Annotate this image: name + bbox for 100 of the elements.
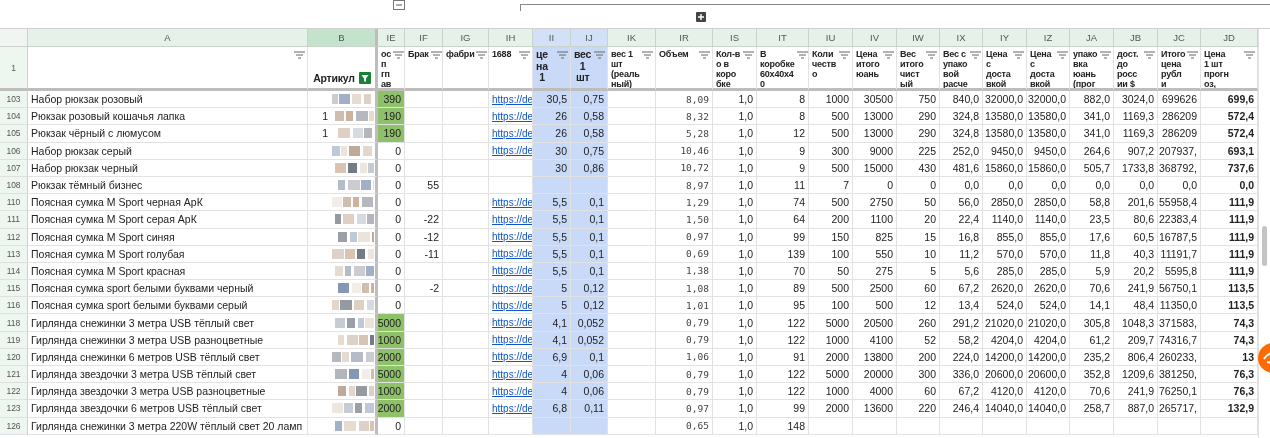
link[interactable]: https://de [492, 265, 532, 277]
filter-icon[interactable] [476, 51, 488, 59]
column-letter[interactable]: IV [853, 29, 897, 47]
link[interactable]: https://de [492, 93, 532, 105]
row-number[interactable]: 122 [0, 383, 28, 401]
filter-icon[interactable] [839, 51, 850, 59]
filter-icon[interactable] [1013, 51, 1024, 59]
table-cell: 9 [757, 159, 809, 177]
table-cell: 0,0 [940, 176, 983, 195]
column-letter[interactable]: JD [1201, 29, 1258, 47]
column-letter[interactable]: IX [940, 29, 983, 47]
table-cell: 40,3 [1114, 245, 1158, 263]
column-letter[interactable]: B [308, 29, 378, 47]
link[interactable]: https://de [492, 196, 532, 208]
table-cell: Гирлянда снежинки 3 метра USB разноцветные [28, 331, 308, 349]
table-cell: 500 [809, 125, 853, 143]
link[interactable]: https://de [492, 368, 532, 380]
table-cell [1027, 417, 1070, 435]
filter-icon[interactable] [1144, 51, 1155, 59]
row-number[interactable]: 103 [0, 91, 28, 109]
column-letter[interactable]: IS [713, 29, 757, 47]
filter-icon[interactable] [926, 51, 937, 59]
filter-icon[interactable] [642, 51, 653, 59]
table-cell: -12 [405, 228, 443, 246]
select-all-corner[interactable] [0, 29, 28, 47]
table-cell: 122 [757, 366, 809, 384]
table-cell [405, 297, 443, 315]
column-letter[interactable]: JC [1158, 29, 1201, 47]
link[interactable]: https://de [492, 213, 532, 225]
column-header: 1688 [492, 49, 512, 59]
column-letter[interactable]: IT [757, 29, 809, 47]
filter-icon[interactable] [1244, 51, 1255, 59]
row-number[interactable]: 115 [0, 280, 28, 298]
column-letter[interactable]: IU [809, 29, 853, 47]
column-letter[interactable]: IZ [1027, 29, 1070, 47]
link[interactable]: https://de [492, 248, 532, 260]
column-letter[interactable]: IH [489, 29, 533, 47]
table-cell: 220 [897, 400, 940, 418]
link[interactable]: https://de [492, 334, 532, 346]
column-letter[interactable]: II [533, 29, 571, 47]
row-number[interactable]: 118 [0, 314, 28, 332]
link[interactable]: https://de [492, 110, 532, 122]
row-number[interactable]: 110 [0, 194, 28, 212]
table-cell: 0 [378, 228, 405, 246]
table-cell: 10,46 [656, 142, 713, 160]
column-letter[interactable]: IF [405, 29, 443, 47]
link[interactable]: https://de [492, 145, 532, 157]
link[interactable]: https://de [492, 317, 532, 329]
table-cell [608, 211, 656, 229]
filter-icon[interactable] [1056, 51, 1068, 59]
table-cell: Гирлянда снежинки 3 метра 220W тёплый свет 20 ламп [28, 417, 308, 435]
link[interactable]: https://de [492, 231, 532, 243]
column-letter[interactable]: IG [443, 29, 489, 47]
column-letter[interactable]: A [28, 29, 308, 47]
collapse-group-icon[interactable] [393, 0, 405, 10]
column-letter[interactable]: JA [1070, 29, 1114, 47]
filter-icon[interactable] [699, 51, 710, 59]
row-number[interactable]: 105 [0, 125, 28, 143]
filter-icon[interactable] [294, 51, 305, 59]
table-cell: 258,7 [1070, 400, 1114, 418]
filter-icon[interactable] [1100, 51, 1111, 59]
row-number[interactable]: 104 [0, 108, 28, 126]
row-number[interactable]: 111 [0, 211, 28, 229]
filter-icon[interactable] [430, 51, 442, 59]
table-cell: 22383,4 [1158, 211, 1201, 229]
row-number[interactable]: 116 [0, 297, 28, 315]
filter-icon[interactable] [358, 72, 371, 84]
column-letter[interactable]: IY [983, 29, 1027, 47]
column-letter[interactable]: IK [608, 29, 656, 47]
filter-icon[interactable] [743, 51, 754, 59]
link[interactable]: https://de [492, 351, 532, 363]
table-cell: 260 [897, 314, 940, 332]
filter-icon[interactable] [883, 51, 894, 59]
filter-icon[interactable] [1187, 51, 1199, 59]
column-letter[interactable]: IR [656, 29, 713, 47]
table-cell: 524,0 [1027, 297, 1070, 315]
column-letter[interactable]: IJ [571, 29, 608, 47]
scrollbar[interactable] [1262, 226, 1267, 266]
column-letter[interactable]: IE [378, 29, 405, 47]
link[interactable]: https://de [492, 385, 532, 397]
link[interactable]: https://de [492, 282, 532, 294]
link[interactable]: https://de [492, 402, 532, 414]
filter-icon[interactable] [519, 51, 530, 59]
filter-icon[interactable] [796, 51, 808, 59]
table-cell [608, 142, 656, 160]
link[interactable]: https://de [492, 127, 532, 139]
link[interactable]: https://de [492, 299, 532, 311]
expand-group-icon[interactable] [696, 12, 706, 22]
table-cell: 20500 [853, 314, 897, 332]
row-number[interactable]: 121 [0, 366, 28, 384]
column-letter[interactable]: IW [897, 29, 940, 47]
article-number: 1 [322, 110, 328, 123]
row-number[interactable]: 1 [0, 47, 28, 91]
filter-icon[interactable] [969, 51, 981, 59]
row-number[interactable]: 123 [0, 400, 28, 418]
column-letter[interactable]: JB [1114, 29, 1158, 47]
table-cell: 1,0 [713, 142, 757, 160]
filter-icon[interactable] [393, 51, 404, 59]
table-cell: 20000 [853, 366, 897, 384]
table-cell [983, 417, 1027, 435]
